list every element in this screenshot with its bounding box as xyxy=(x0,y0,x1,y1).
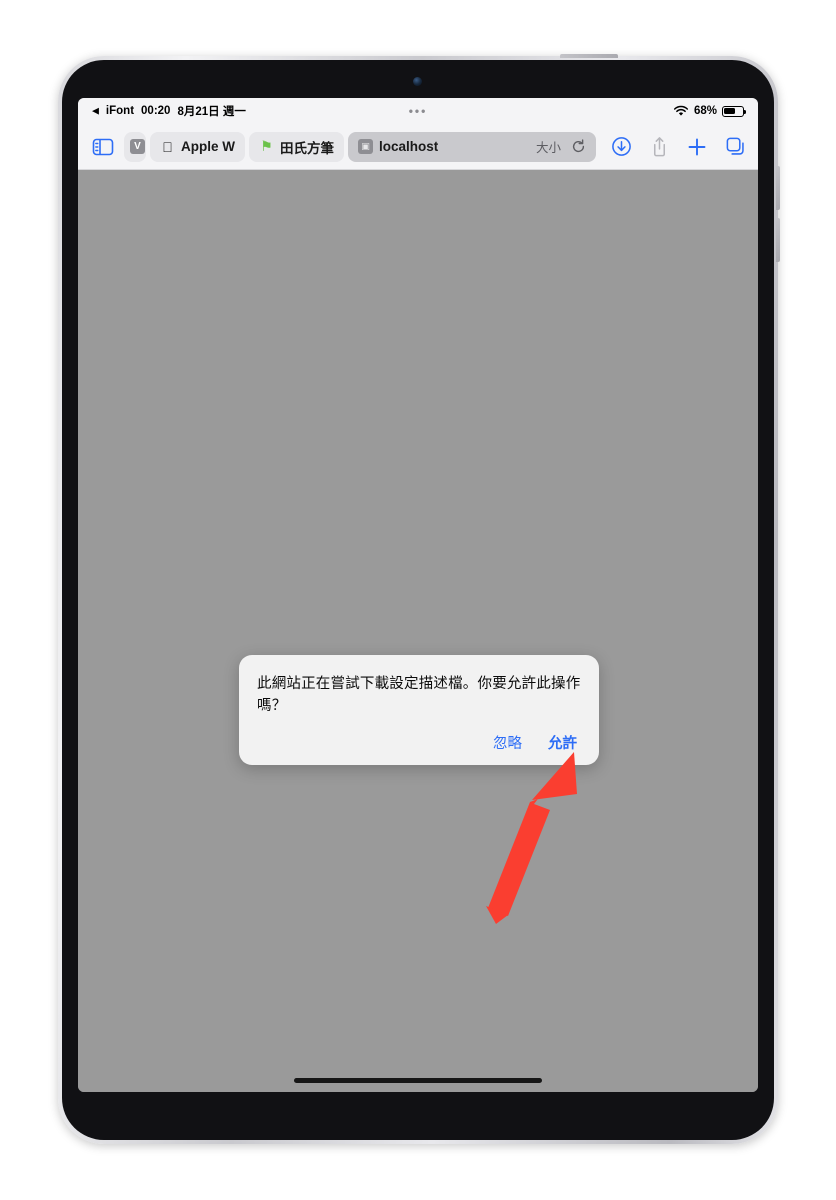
browser-tab-0[interactable]: V xyxy=(124,131,146,162)
browser-toolbar: V  Apple W ⚑ 田氏方筆 ▣ localhost 大小 xyxy=(78,124,758,170)
green-flag-favicon: ⚑ xyxy=(260,138,273,154)
status-bar-time: 00:20 xyxy=(141,105,171,117)
power-button[interactable] xyxy=(560,54,618,58)
page-zoom-button[interactable]: 大小 xyxy=(536,137,561,156)
front-camera xyxy=(413,77,422,86)
back-app-name[interactable]: iFont xyxy=(106,105,134,117)
red-arrow-annotation xyxy=(486,752,577,924)
status-bar-right: 68% xyxy=(673,105,747,117)
ignore-button[interactable]: 忽略 xyxy=(493,732,522,753)
device-screen: ◀ iFont 00:20 8月21日 週一 ••• 68% V Apple W… xyxy=(78,98,758,1092)
browser-tab-localhost[interactable]: ▣ localhost 大小 xyxy=(348,131,596,162)
status-bar: ◀ iFont 00:20 8月21日 週一 ••• 68% xyxy=(78,98,758,124)
browser-tab-label: Apple W xyxy=(181,139,235,154)
browser-tab-tianshi[interactable]: ⚑ 田氏方筆 xyxy=(249,131,344,162)
battery-fill xyxy=(724,107,736,115)
download-profile-dialog: 此網站正在嘗試下載設定描述檔。你要允許此操作嗎？ 忽略 允許 xyxy=(239,655,599,765)
battery-percent-label: 68% xyxy=(693,105,717,117)
web-page-content: 此網站正在嘗試下載設定描述檔。你要允許此操作嗎？ 忽略 允許 xyxy=(78,170,758,1092)
battery-icon xyxy=(722,105,747,117)
reload-icon[interactable] xyxy=(571,139,586,154)
sidebar-icon[interactable] xyxy=(90,136,116,158)
apple-logo-favicon:  xyxy=(160,139,175,155)
allow-button[interactable]: 允許 xyxy=(548,732,577,753)
dialog-actions: 忽略 允許 xyxy=(257,732,581,753)
address-bar-url[interactable]: localhost xyxy=(379,139,438,154)
tab-overview-icon[interactable] xyxy=(724,136,746,158)
browser-tab-apple[interactable]:  Apple W xyxy=(150,131,245,162)
toolbar-actions xyxy=(604,136,746,158)
dialog-message: 此網站正在嘗試下載設定描述檔。你要允許此操作嗎？ xyxy=(257,676,581,715)
downloads-icon[interactable] xyxy=(610,136,632,158)
home-indicator xyxy=(294,1078,542,1083)
letter-v-favicon: V xyxy=(130,139,145,154)
browser-tab-label: 田氏方筆 xyxy=(280,140,334,156)
plus-icon[interactable] xyxy=(686,136,708,158)
volume-up-button[interactable] xyxy=(776,166,780,210)
placeholder-favicon: ▣ xyxy=(358,139,373,154)
tab-strip: V  Apple W ⚑ 田氏方筆 ▣ localhost 大小 xyxy=(124,131,596,162)
wifi-icon xyxy=(673,105,689,116)
address-bar-controls: 大小 xyxy=(526,137,586,156)
status-bar-left: ◀ iFont 00:20 8月21日 週一 xyxy=(92,103,246,119)
status-bar-date: 8月21日 週一 xyxy=(177,106,246,118)
back-chevron-icon[interactable]: ◀ xyxy=(92,106,99,115)
volume-down-button[interactable] xyxy=(776,218,780,262)
multitasking-dots-icon[interactable]: ••• xyxy=(409,104,428,118)
share-icon xyxy=(648,136,670,158)
